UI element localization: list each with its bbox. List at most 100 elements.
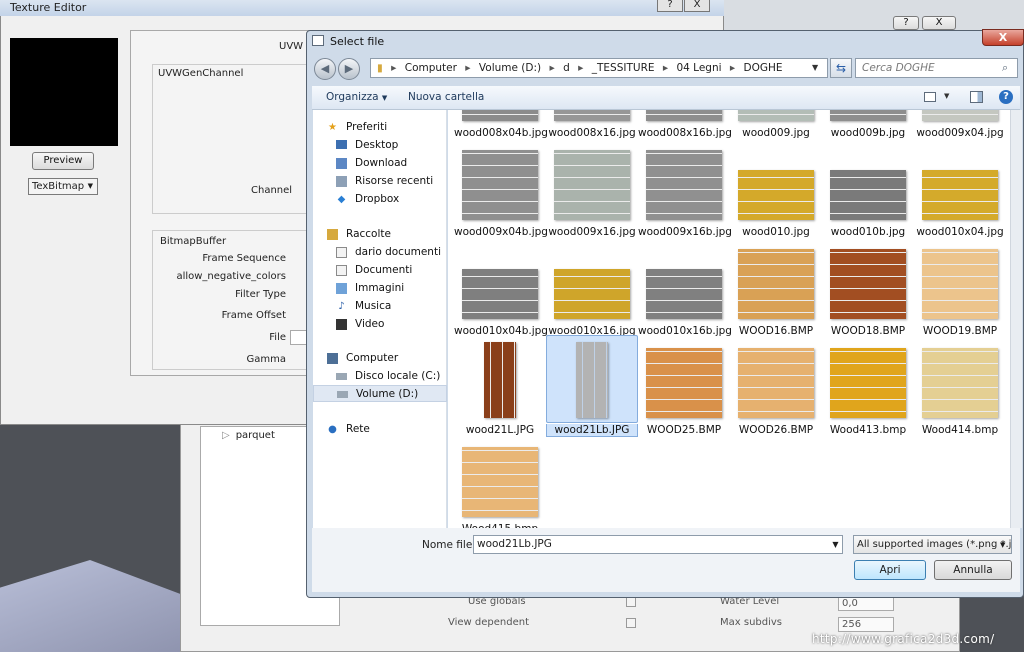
file-item[interactable]: wood010b.jpg: [822, 137, 914, 238]
thumbnail-frame: [546, 137, 638, 225]
address-dropdown-icon[interactable]: ▼: [812, 63, 818, 72]
file-item[interactable]: Wood415.bmp: [454, 434, 546, 528]
chevron-down-icon[interactable]: ▼: [829, 536, 842, 553]
file-item[interactable]: wood008x04b.jpg: [454, 110, 548, 139]
file-name: WOOD26.BMP: [738, 424, 814, 436]
file-item[interactable]: WOOD25.BMP: [638, 335, 730, 436]
file-item[interactable]: wood010x04.jpg: [914, 137, 1006, 238]
sidebar-item-download[interactable]: Download: [313, 155, 447, 172]
sidebar-item-computer[interactable]: Computer: [313, 350, 447, 367]
sidebar-item-drive-d[interactable]: Volume (D:): [313, 385, 447, 402]
address-bar[interactable]: ▮ ▸ Computer ▸ Volume (D:) ▸ d ▸ _TESSIT…: [370, 58, 828, 78]
file-item[interactable]: wood21L.JPG: [454, 335, 546, 436]
sidebar-item-musica[interactable]: ♪ Musica: [313, 298, 447, 315]
thumbnail-image: [462, 150, 538, 220]
breadcrumb-separator[interactable]: ▸: [730, 62, 735, 74]
thumbnail-frame: [822, 236, 914, 324]
file-item[interactable]: wood009x04.jpg: [914, 110, 1006, 139]
breadcrumb-separator[interactable]: ▸: [465, 62, 470, 74]
file-item[interactable]: wood010x16.jpg: [546, 236, 638, 337]
texture-type-select[interactable]: TexBitmap ▼: [28, 178, 98, 195]
search-input[interactable]: Cerca DOGHE: [855, 58, 1018, 78]
desktop-icon: [336, 140, 347, 149]
file-item[interactable]: wood009.jpg: [730, 110, 822, 139]
sidebar-item-desktop[interactable]: Desktop: [313, 137, 447, 154]
background-close-button[interactable]: X: [922, 16, 956, 30]
sidebar-item-dropbox[interactable]: ◆ Dropbox: [313, 191, 447, 208]
tree-item-parquet[interactable]: ▷ parquet: [222, 430, 275, 441]
dialog-close-button[interactable]: X: [982, 29, 1024, 46]
file-item[interactable]: WOOD18.BMP: [822, 236, 914, 337]
channel-label: Channel: [251, 185, 293, 196]
sidebar-item-dario-documenti[interactable]: dario documenti: [313, 244, 447, 261]
organize-menu[interactable]: Organizza ▼: [326, 86, 387, 109]
thumbnail-image: [738, 249, 814, 319]
breadcrumb-separator[interactable]: ▸: [578, 62, 583, 74]
video-icon: [336, 319, 347, 330]
max-subdivs-spinner[interactable]: 256: [838, 617, 894, 632]
breadcrumb-doghe[interactable]: DOGHE: [744, 62, 783, 74]
preview-button[interactable]: Preview: [32, 152, 94, 170]
file-item[interactable]: Wood413.bmp: [822, 335, 914, 436]
sidebar-item-recent[interactable]: Risorse recenti: [313, 173, 447, 190]
help-icon[interactable]: ?: [999, 90, 1013, 104]
file-item[interactable]: wood008x16.jpg: [546, 110, 638, 139]
refresh-button[interactable]: ⇆: [830, 58, 852, 78]
breadcrumb-computer[interactable]: Computer: [405, 62, 457, 74]
background-help-button[interactable]: ?: [893, 16, 919, 30]
sidebar-item-favorites[interactable]: ★ Preferiti: [313, 119, 447, 136]
view-dependent-checkbox[interactable]: [626, 618, 636, 628]
thumbnail-image: [830, 348, 906, 418]
texture-editor-close-button[interactable]: X: [684, 0, 710, 12]
file-item[interactable]: WOOD26.BMP: [730, 335, 822, 436]
breadcrumb-tessiture[interactable]: _TESSITURE: [592, 62, 655, 74]
sidebar-item-immagini[interactable]: Immagini: [313, 280, 447, 297]
file-item[interactable]: wood009b.jpg: [822, 110, 914, 139]
search-icon: ⌕: [1002, 61, 1009, 74]
open-button[interactable]: Apri: [854, 560, 926, 580]
breadcrumb-separator[interactable]: ▸: [549, 62, 554, 74]
view-options-icon[interactable]: [924, 92, 936, 102]
texture-editor-help-button[interactable]: ?: [657, 0, 683, 12]
file-item[interactable]: wood009x04b.jpg: [454, 137, 548, 238]
new-folder-button[interactable]: Nuova cartella: [408, 86, 484, 108]
file-item[interactable]: WOOD16.BMP: [730, 236, 822, 337]
file-name: wood21Lb.JPG: [546, 424, 638, 437]
thumbnail-image: [738, 170, 814, 220]
sidebar-item-documenti[interactable]: Documenti: [313, 262, 447, 279]
breadcrumb-separator[interactable]: ▸: [663, 62, 668, 74]
file-item[interactable]: wood010x16b.jpg: [638, 236, 732, 337]
file-item[interactable]: Wood414.bmp: [914, 335, 1006, 436]
breadcrumb-04-legni[interactable]: 04 Legni: [676, 62, 721, 74]
file-item[interactable]: wood009x16b.jpg: [638, 137, 732, 238]
sidebar-item-libraries[interactable]: Raccolte: [313, 226, 447, 243]
view-dropdown-icon[interactable]: ▼: [944, 92, 949, 100]
file-item[interactable]: WOOD19.BMP: [914, 236, 1006, 337]
document-icon: [336, 247, 347, 258]
watermark: http://www.grafica2d3d.com/: [812, 632, 995, 646]
sidebar-item-video[interactable]: Video: [313, 316, 447, 333]
use-globals-checkbox[interactable]: [626, 597, 636, 607]
back-button[interactable]: ◀: [314, 58, 336, 80]
cancel-button[interactable]: Annulla: [934, 560, 1012, 580]
forward-button[interactable]: ▶: [338, 58, 360, 80]
sidebar-item-drive-c[interactable]: Disco locale (C:): [313, 368, 447, 385]
file-item[interactable]: wood21Lb.JPG: [546, 335, 638, 437]
sidebar-item-network[interactable]: ● Rete: [313, 421, 447, 438]
tree-expand-icon[interactable]: ▷: [222, 430, 230, 441]
file-item[interactable]: wood009x16.jpg: [546, 137, 638, 238]
file-type-select[interactable]: All supported images (*.png *.jp: [853, 535, 1012, 554]
breadcrumb-d[interactable]: d: [563, 62, 570, 74]
file-item[interactable]: wood010x04b.jpg: [454, 236, 548, 337]
file-list-scrollbar[interactable]: [1010, 110, 1022, 528]
file-item[interactable]: wood010.jpg: [730, 137, 822, 238]
thumbnail-image: [462, 269, 538, 319]
water-level-spinner[interactable]: 0,0: [838, 596, 894, 611]
preview-pane-icon[interactable]: [970, 91, 983, 103]
document-icon: [336, 265, 347, 276]
file-item[interactable]: wood008x16b.jpg: [638, 110, 732, 139]
chevron-down-icon[interactable]: ▼: [1000, 541, 1005, 549]
bitmapbuffer-group: [152, 230, 312, 370]
breadcrumb-volume-d[interactable]: Volume (D:): [479, 62, 541, 74]
filename-input[interactable]: wood21Lb.JPG: [473, 535, 843, 554]
